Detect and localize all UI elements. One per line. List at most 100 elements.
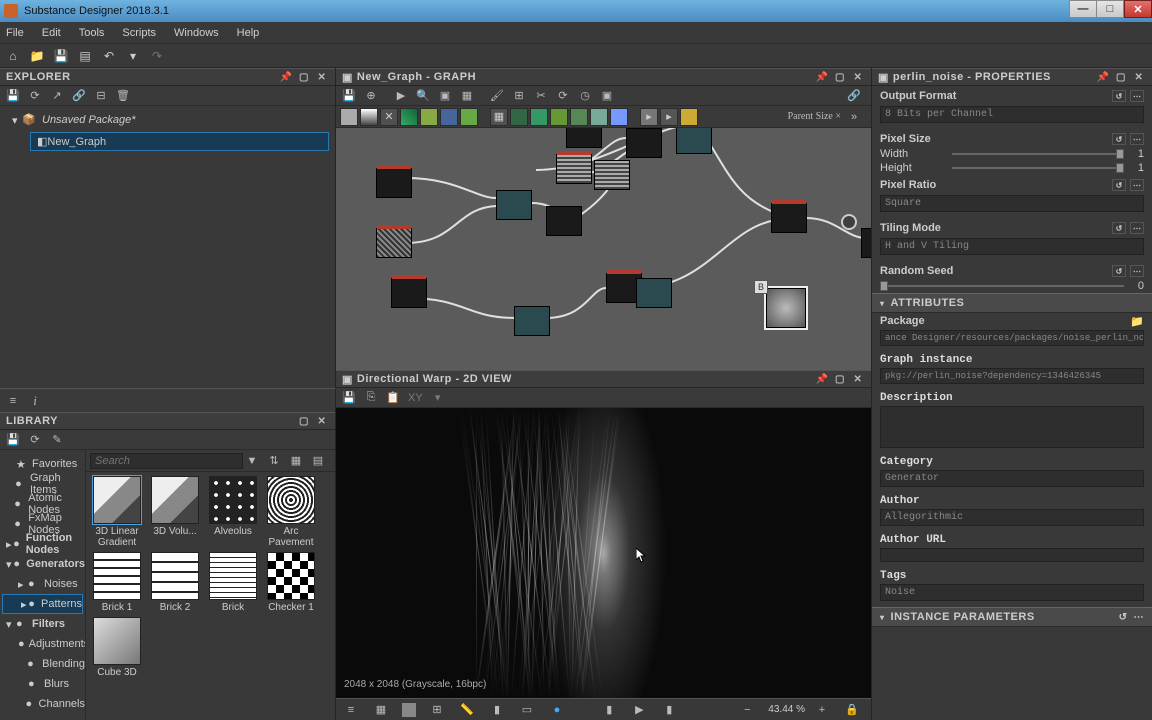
trash-icon[interactable]: 🗑 — [114, 87, 132, 105]
width-slider[interactable] — [952, 153, 1124, 155]
atom-levels-icon[interactable] — [460, 108, 478, 126]
view2d-pin-icon[interactable]: 📌 — [815, 372, 829, 386]
atom-normal-icon[interactable] — [610, 108, 628, 126]
lib-item-brick[interactable]: Brick — [206, 552, 260, 613]
sb-checker-icon[interactable]: ▦ — [372, 701, 390, 719]
reset-icon[interactable]: ↺ — [1112, 133, 1126, 145]
sb-grid-icon[interactable]: ⊞ — [428, 701, 446, 719]
close-panel-icon[interactable]: ✕ — [315, 70, 329, 84]
gt-cut-icon[interactable]: ✂ — [532, 87, 550, 105]
expose-icon[interactable]: ⋯ — [1130, 265, 1144, 277]
atom-input-icon[interactable]: ▸ — [640, 108, 658, 126]
props-pin-icon[interactable]: 📌 — [1096, 70, 1110, 84]
props-close-icon[interactable]: ✕ — [1132, 70, 1146, 84]
lib-tree-blending[interactable]: ●Blending — [0, 654, 85, 674]
pin-icon[interactable]: 📌 — [279, 70, 293, 84]
atom-text-icon[interactable] — [570, 108, 588, 126]
view2d-canvas[interactable] — [336, 408, 871, 698]
graph-canvas[interactable]: B — [336, 128, 871, 370]
graph-node[interactable] — [676, 128, 712, 154]
graph-node[interactable] — [514, 306, 550, 336]
gt-link-icon[interactable]: 🔗 — [845, 87, 863, 105]
sb-zoom-out-icon[interactable]: − — [738, 701, 756, 719]
more-icon[interactable]: ⋯ — [1134, 612, 1145, 623]
gt-refresh-icon[interactable]: ⟳ — [554, 87, 572, 105]
lib-refresh-icon[interactable]: ⟳ — [26, 431, 44, 449]
graph-node[interactable] — [376, 168, 412, 198]
expose-icon[interactable]: ⋯ — [1130, 90, 1144, 102]
graph-pin-icon[interactable]: 📌 — [815, 70, 829, 84]
author-url-value[interactable] — [880, 548, 1144, 562]
tags-value[interactable]: Noise — [880, 584, 1144, 601]
atom-svg-icon[interactable] — [530, 108, 548, 126]
home-icon[interactable]: ⌂ — [4, 47, 22, 65]
popout-icon[interactable]: ▢ — [297, 70, 311, 84]
graph-node[interactable] — [861, 228, 871, 258]
menu-tools[interactable]: Tools — [79, 27, 105, 39]
atom-tile-icon[interactable]: ▦ — [490, 108, 508, 126]
folder-icon[interactable]: 📁 — [1130, 315, 1144, 328]
lib-edit-icon[interactable]: ✎ — [48, 431, 66, 449]
atom-warn-icon[interactable] — [680, 108, 698, 126]
gt-save-icon[interactable]: 💾 — [340, 87, 358, 105]
redo-icon[interactable]: ↷ — [148, 47, 166, 65]
atom-warp-icon[interactable] — [420, 108, 438, 126]
graph-row[interactable]: ◧ New_Graph — [30, 132, 329, 151]
sb-zoom-in-icon[interactable]: + — [813, 701, 831, 719]
sb-picker-icon[interactable]: ▭ — [518, 701, 536, 719]
reset-icon[interactable]: ↺ — [1112, 179, 1126, 191]
output-pin-icon[interactable] — [841, 214, 857, 230]
sb-ruler-icon[interactable]: 📏 — [458, 701, 476, 719]
lib-tree-channels[interactable]: ●Channels — [0, 694, 85, 714]
menu-help[interactable]: Help — [237, 27, 260, 39]
package-row[interactable]: ▾ 📦 Unsaved Package* — [6, 110, 329, 130]
lib-tree-patterns[interactable]: ▸●Patterns — [2, 594, 83, 614]
atom-uniform-icon[interactable] — [340, 108, 358, 126]
list-view-icon[interactable]: ▤ — [309, 452, 327, 470]
lib-tree-fxmap-nodes[interactable]: ●FxMap Nodes — [0, 514, 85, 534]
description-value[interactable] — [880, 406, 1144, 448]
graph-popout-icon[interactable]: ▢ — [833, 70, 847, 84]
graph-node[interactable] — [496, 190, 532, 220]
graph-node[interactable] — [566, 128, 602, 148]
lib-item-brick-2[interactable]: Brick 2 — [148, 552, 202, 613]
author-value[interactable]: Allegorithmic — [880, 509, 1144, 526]
menu-scripts[interactable]: Scripts — [122, 27, 156, 39]
expose-icon[interactable]: ⋯ — [1130, 133, 1144, 145]
graph-node[interactable] — [556, 154, 592, 184]
graph-node[interactable] — [771, 203, 807, 233]
sb-lock-icon[interactable]: 🔒 — [843, 701, 861, 719]
atom-blend-icon[interactable]: ✕ — [380, 108, 398, 126]
reset-all-icon[interactable]: ↺ — [1119, 612, 1128, 623]
close-button[interactable]: ✕ — [1124, 0, 1152, 18]
view2d-popout-icon[interactable]: ▢ — [833, 372, 847, 386]
lib-item-checker-1[interactable]: Checker 1 — [264, 552, 318, 613]
v2-chevron-icon[interactable]: ▾ — [429, 389, 447, 407]
sb-solid-icon[interactable] — [402, 703, 416, 717]
reset-icon[interactable]: ↺ — [1112, 90, 1126, 102]
undo-dropdown-icon[interactable]: ▾ — [124, 47, 142, 65]
lib-item-alveolus[interactable]: Alveolus — [206, 476, 260, 548]
atom-transform-icon[interactable] — [440, 108, 458, 126]
lib-item-brick-1[interactable]: Brick 1 — [90, 552, 144, 613]
grid-view-icon[interactable]: ▦ — [287, 452, 305, 470]
lib-tree-noises[interactable]: ▸●Noises — [0, 574, 85, 594]
sb-rgb-icon[interactable]: ● — [548, 701, 566, 719]
v2-copy-icon[interactable]: ⎘ — [362, 389, 380, 407]
list-icon[interactable]: ≡ — [4, 392, 22, 410]
category-value[interactable]: Generator — [880, 470, 1144, 487]
graph-node[interactable] — [636, 278, 672, 308]
maximize-button[interactable]: □ — [1096, 0, 1124, 18]
gt-fit-icon[interactable]: ▣ — [436, 87, 454, 105]
sb-prev-icon[interactable]: ▮ — [600, 701, 618, 719]
pixel-ratio-value[interactable]: Square — [880, 195, 1144, 212]
gt-clock-icon[interactable]: ◷ — [576, 87, 594, 105]
save-icon[interactable]: 💾 — [52, 47, 70, 65]
props-popout-icon[interactable]: ▢ — [1114, 70, 1128, 84]
info-icon[interactable]: i — [26, 392, 44, 410]
sb-play-icon[interactable]: ▶ — [630, 701, 648, 719]
search-input[interactable] — [90, 453, 243, 469]
lib-tree-graph-items[interactable]: ●Graph Items — [0, 474, 85, 494]
reset-icon[interactable]: ↺ — [1112, 222, 1126, 234]
refresh-icon[interactable]: ⟳ — [26, 87, 44, 105]
